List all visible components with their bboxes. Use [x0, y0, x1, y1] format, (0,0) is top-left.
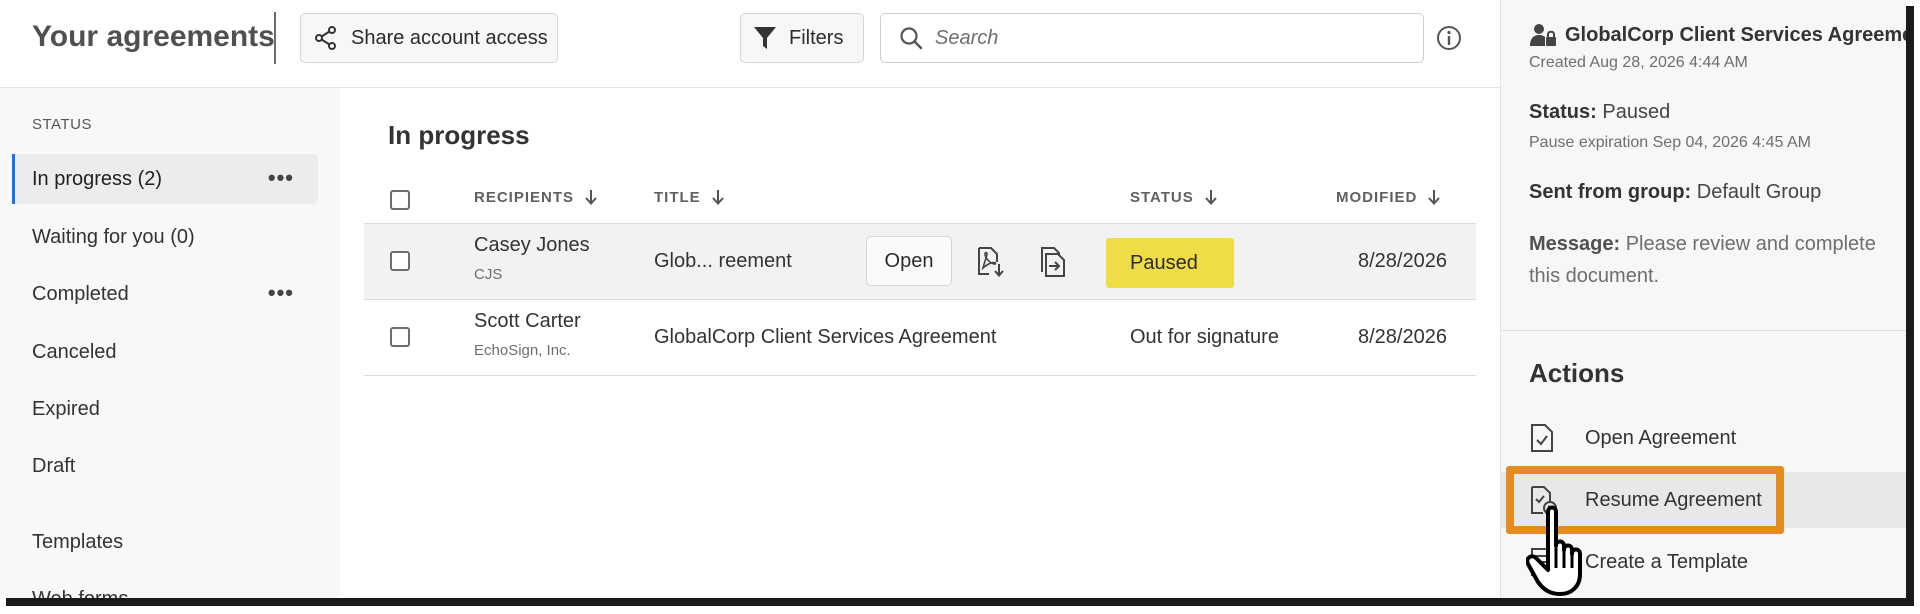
pause-expiration: Pause expiration Sep 04, 2026 4:45 AM — [1529, 134, 1811, 151]
panel-divider — [1501, 330, 1906, 331]
sort-down-icon — [1428, 190, 1441, 205]
sidebar-item-label: Waiting for you (0) — [32, 225, 195, 248]
sidebar-item-label: Draft — [32, 454, 76, 477]
modified-date: 8/28/2026 — [1358, 326, 1447, 348]
open-agreement-action[interactable]: Open Agreement — [1501, 410, 1906, 466]
recipient-company: CJS — [474, 266, 503, 283]
modified-date: 8/28/2026 — [1358, 250, 1447, 272]
info-icon[interactable] — [1436, 25, 1462, 51]
sidebar-item-web-forms[interactable]: Web forms — [12, 574, 318, 599]
sidebar-item-label: Expired — [32, 397, 100, 420]
action-label: Create a Template — [1585, 550, 1749, 573]
more-options-icon[interactable]: ••• — [268, 165, 294, 191]
column-header-title[interactable]: TITLE — [654, 188, 725, 206]
sort-down-icon — [585, 190, 597, 205]
created-date: Created Aug 28, 2026 4:44 AM — [1529, 54, 1748, 71]
filter-icon — [754, 27, 776, 49]
panel-agreement-name: GlobalCorp Client Services Agreement — [1565, 23, 1906, 46]
select-all-checkbox[interactable] — [390, 190, 410, 210]
search-input[interactable]: Search — [880, 13, 1424, 63]
document-check-icon — [1529, 423, 1557, 453]
share-account-access-button[interactable]: Share account access — [300, 13, 558, 63]
agreements-list: In progress RECIPIENTS TITLE STATUS MODI… — [340, 88, 1500, 598]
group-value: Default Group — [1696, 181, 1822, 203]
agreement-details-title: GlobalCorp Client Services Agreement — [1529, 22, 1906, 48]
user-lock-icon — [1530, 24, 1556, 46]
pdf-download-icon[interactable] — [974, 246, 1006, 278]
sent-from-group-line: Sent from group: Default Group — [1529, 181, 1821, 204]
column-header-status[interactable]: STATUS — [1130, 188, 1218, 206]
status-sidebar: STATUS In progress (2) ••• Waiting for y… — [0, 88, 340, 598]
sidebar-item-expired[interactable]: Expired — [12, 384, 318, 434]
sidebar-item-completed[interactable]: Completed ••• — [12, 269, 318, 319]
sidebar-item-label: Completed — [32, 282, 129, 305]
more-options-icon[interactable]: ••• — [268, 280, 294, 306]
section-title: In progress — [388, 120, 530, 150]
sidebar-item-canceled[interactable]: Canceled — [12, 327, 318, 377]
frame-shadow — [1906, 6, 1914, 604]
group-label: Sent from group: — [1529, 181, 1692, 203]
sidebar-item-templates[interactable]: Templates — [12, 517, 318, 567]
app-window: Your agreements Share account access Fil… — [0, 0, 1906, 598]
recipient-name: Casey Jones — [474, 234, 590, 256]
agreement-title[interactable]: GlobalCorp Client Services Agreement — [654, 326, 996, 349]
search-placeholder: Search — [935, 26, 999, 49]
column-header-modified[interactable]: MODIFIED — [1336, 188, 1441, 206]
share-label: Share account access — [351, 26, 548, 49]
sidebar-item-waiting-for-you[interactable]: Waiting for you (0) — [12, 212, 318, 262]
table-row[interactable]: Scott Carter EchoSign, Inc. GlobalCorp C… — [364, 300, 1476, 376]
sidebar-item-label: Canceled — [32, 340, 117, 363]
status-text: Out for signature — [1130, 326, 1279, 348]
title-divider — [274, 12, 276, 64]
move-file-icon[interactable] — [1038, 246, 1070, 278]
column-header-recipients[interactable]: RECIPIENTS — [474, 188, 598, 206]
sidebar-item-label: Templates — [32, 530, 124, 553]
column-label: MODIFIED — [1336, 188, 1418, 206]
recipient-company: EchoSign, Inc. — [474, 342, 571, 359]
sort-down-icon — [711, 190, 724, 205]
column-label: RECIPIENTS — [474, 188, 575, 206]
column-label: TITLE — [654, 188, 701, 206]
sidebar-item-label: Web forms — [32, 588, 128, 599]
actions-heading: Actions — [1529, 358, 1625, 388]
top-bar: Your agreements Share account access Fil… — [0, 0, 1500, 88]
hand-cursor-icon — [1526, 505, 1582, 596]
status-label: Status: — [1529, 101, 1597, 123]
share-icon — [315, 26, 336, 50]
recipient-name: Scott Carter — [474, 310, 581, 332]
search-icon — [900, 27, 923, 50]
row-checkbox[interactable] — [390, 327, 410, 347]
table-header: RECIPIENTS TITLE STATUS MODIFIED — [364, 176, 1476, 224]
row-checkbox[interactable] — [390, 251, 410, 271]
message-line: Message: Please review and complete this… — [1529, 228, 1906, 292]
column-label: STATUS — [1130, 188, 1194, 206]
sidebar-item-in-progress[interactable]: In progress (2) ••• — [12, 154, 318, 204]
action-label: Open Agreement — [1585, 426, 1737, 449]
status-badge: Paused — [1106, 238, 1234, 288]
table-row[interactable]: Casey Jones CJS Glob... reement Open Pau… — [364, 224, 1476, 300]
sidebar-item-draft[interactable]: Draft — [12, 441, 318, 491]
agreements-table: RECIPIENTS TITLE STATUS MODIFIED Casey J… — [364, 176, 1476, 376]
status-value: Paused — [1602, 101, 1671, 123]
sort-down-icon — [1205, 190, 1217, 205]
filters-button[interactable]: Filters — [740, 13, 864, 63]
open-button[interactable]: Open — [866, 236, 952, 286]
sidebar-item-label: In progress (2) — [32, 167, 163, 190]
status-line: Status: Paused — [1529, 101, 1670, 124]
frame-shadow — [6, 598, 1914, 606]
page-title: Your agreements — [32, 20, 275, 53]
agreement-title[interactable]: Glob... reement — [654, 250, 792, 273]
message-label: Message: — [1529, 233, 1621, 255]
filters-label: Filters — [789, 26, 844, 49]
sidebar-heading: STATUS — [32, 116, 92, 133]
